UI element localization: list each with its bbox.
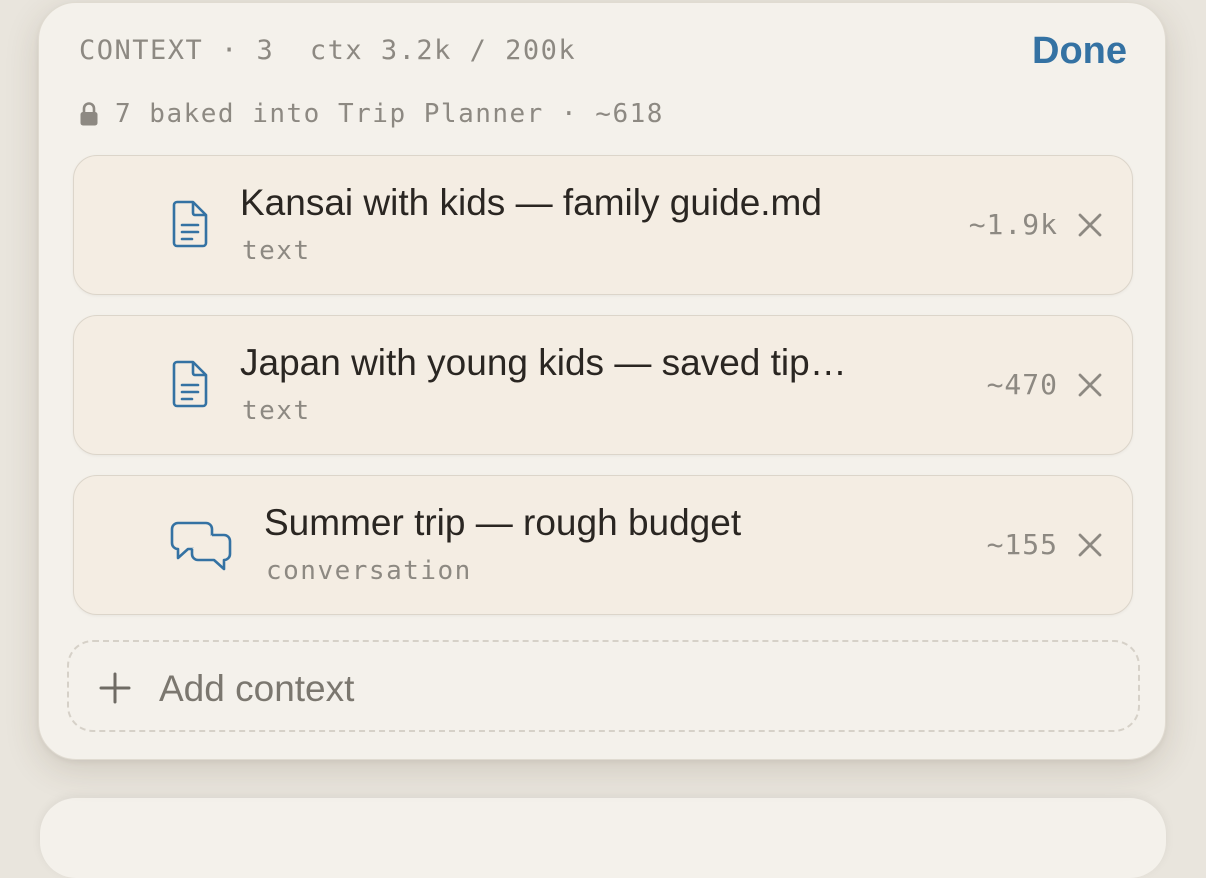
background-card (40, 798, 1166, 878)
context-item-tokens: ~155 (986, 528, 1058, 561)
context-item-title: Japan with young kids — saved tip… (240, 342, 847, 383)
context-item-kind: text (242, 236, 311, 266)
remove-item-icon[interactable] (1076, 211, 1104, 239)
document-icon (172, 360, 208, 408)
add-context-button[interactable]: Add context (67, 640, 1140, 732)
chat-bubbles-icon (170, 521, 232, 571)
context-item[interactable]: Kansai with kids — family guide.md text … (73, 155, 1133, 295)
context-item-kind: conversation (266, 556, 472, 586)
context-summary: CONTEXT · 3 ctx 3.2k / 200k (79, 35, 577, 66)
remove-item-icon[interactable] (1076, 531, 1104, 559)
done-button[interactable]: Done (1032, 30, 1127, 73)
remove-item-icon[interactable] (1076, 371, 1104, 399)
context-item-tokens: ~1.9k (968, 208, 1058, 241)
context-item-kind: text (242, 396, 311, 426)
lock-icon (80, 102, 98, 126)
plus-icon (99, 672, 131, 704)
context-panel: CONTEXT · 3 ctx 3.2k / 200k Done 7 baked… (38, 2, 1166, 760)
add-context-label: Add context (159, 668, 355, 709)
context-item-tokens: ~470 (986, 368, 1058, 401)
baked-context-text: 7 baked into Trip Planner · ~618 (115, 99, 664, 129)
document-icon (172, 200, 208, 248)
context-item-title: Kansai with kids — family guide.md (240, 182, 822, 223)
context-item[interactable]: Japan with young kids — saved tip… text … (73, 315, 1133, 455)
context-item[interactable]: Summer trip — rough budget conversation … (73, 475, 1133, 615)
context-item-title: Summer trip — rough budget (264, 502, 742, 543)
baked-context-line: 7 baked into Trip Planner · ~618 (79, 99, 664, 129)
